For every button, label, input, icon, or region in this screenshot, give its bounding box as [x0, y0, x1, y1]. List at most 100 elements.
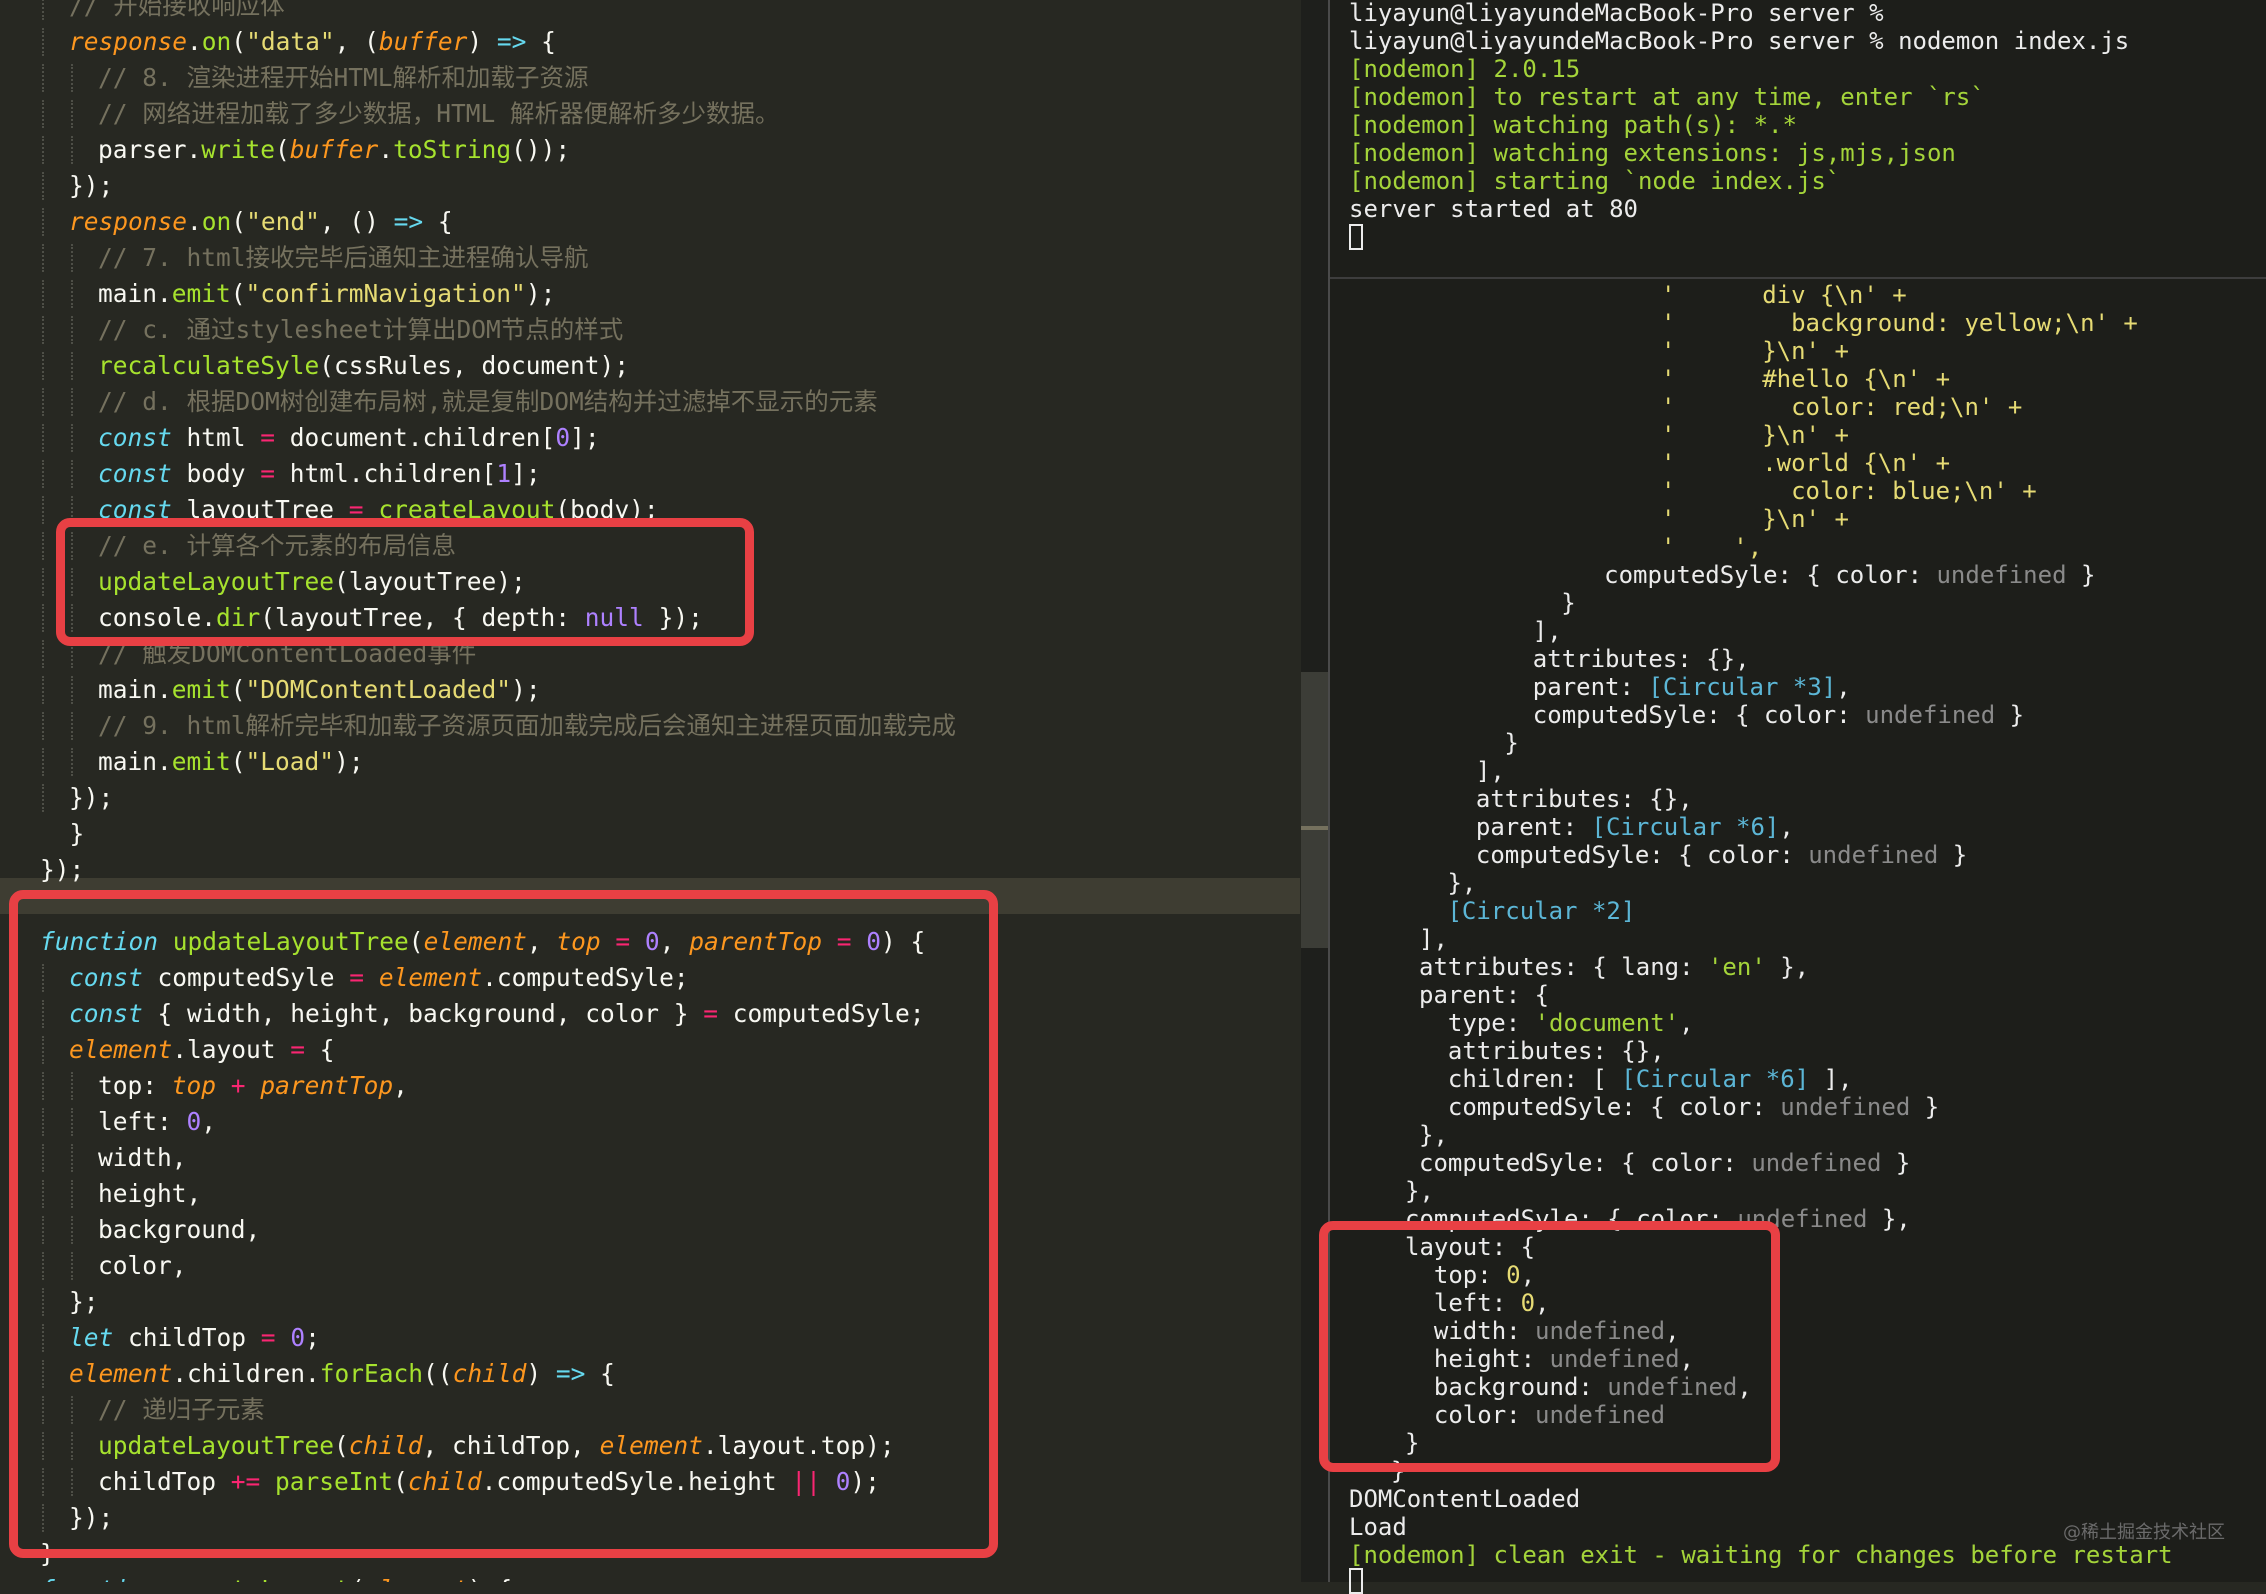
code-token: // 7. html接收完毕后通知主进程确认导航	[98, 243, 589, 272]
code-token: ];	[511, 459, 541, 488]
code-token: (cssRules, document);	[319, 351, 630, 380]
code-token: computedSyle: { color:	[1475, 701, 1866, 729]
code-line[interactable]: }	[40, 816, 85, 852]
code-token: ' ',	[1661, 533, 1763, 561]
code-token: );	[511, 675, 541, 704]
code-token: [Circular *6]	[1591, 813, 1780, 841]
code-line[interactable]: });	[40, 168, 113, 204]
indent-guide	[42, 388, 44, 416]
code-token: ,	[1679, 1009, 1694, 1037]
code-line[interactable]: response.on("data", (buffer) => {	[40, 24, 556, 60]
code-token: const	[98, 423, 172, 452]
code-token: computedSyle: { color:	[1447, 841, 1809, 869]
code-line[interactable]: });	[40, 852, 84, 888]
code-line[interactable]: // 9. html解析完毕和加载子资源页面加载完成后会通知主进程页面加载完成	[40, 708, 956, 744]
code-token: .	[187, 207, 202, 236]
code-token: (	[230, 675, 246, 704]
code-token: =	[260, 423, 276, 452]
terminal-line: attributes: { lang: 'en' },	[1419, 953, 1809, 981]
terminal-line: Load	[1349, 1513, 1407, 1541]
editor-scrollbar-thumb[interactable]	[1301, 672, 1328, 948]
code-token: "end"	[246, 207, 320, 236]
code-token: ],	[1419, 925, 1448, 953]
code-token: // 开始接收响应体	[69, 0, 285, 20]
code-token: "Load"	[245, 747, 335, 776]
indent-guide	[42, 676, 44, 704]
code-line[interactable]: // 开始接收响应体	[40, 0, 285, 24]
code-token: // 8. 渲染进程开始HTML解析和加载子资源	[98, 63, 589, 92]
code-token: // 9. html解析完毕和加载子资源页面加载完成后会通知主进程页面加载完成	[98, 711, 956, 740]
indent-guide	[71, 244, 73, 272]
indent-guide	[42, 244, 44, 272]
code-token: 'en'	[1707, 953, 1766, 981]
indent-guide	[71, 460, 73, 488]
terminal-line: computedSyle: { color: undefined }	[1475, 701, 2024, 729]
code-line[interactable]: main.emit("DOMContentLoaded");	[40, 672, 541, 708]
terminal-line: ' ',	[1531, 533, 1762, 561]
code-line[interactable]: // 网络进程加载了多少数据，HTML 解析器便解析多少数据。	[40, 96, 780, 132]
code-line[interactable]: recalculateSyle(cssRules, document);	[40, 348, 629, 384]
code-line[interactable]: // c. 通过stylesheet计算出DOM节点的样式	[40, 312, 623, 348]
code-token: undefined	[1936, 561, 2067, 589]
code-token: },	[1419, 1121, 1448, 1149]
code-token: [Circular *6]	[1621, 1065, 1810, 1093]
code-line[interactable]: // 8. 渲染进程开始HTML解析和加载子资源	[40, 60, 589, 96]
code-token: "DOMContentLoaded"	[245, 675, 512, 704]
code-line[interactable]: // d. 根据DOM树创建布局树,就是复制DOM结构并过滤掉不显示的元素	[40, 384, 878, 420]
terminal-line: server started at 80	[1349, 195, 1638, 223]
code-line[interactable]: main.emit("Load");	[40, 744, 364, 780]
terminal-line: liyayun@liyayundeMacBook-Pro server % no…	[1349, 27, 2129, 55]
indent-guide	[42, 748, 44, 776]
code-token: ],	[1475, 617, 1562, 645]
code-token: 'document'	[1534, 1009, 1680, 1037]
code-line[interactable]: const html = document.children[0];	[40, 420, 600, 456]
code-token: (	[275, 135, 290, 164]
code-token: .	[187, 27, 202, 56]
indent-guide	[71, 64, 73, 92]
code-line[interactable]: response.on("end", () => {	[40, 204, 453, 240]
code-token: (	[231, 207, 247, 236]
code-token: , (	[334, 27, 379, 56]
terminal-line: computedSyle: { color: undefined }	[1447, 841, 1967, 869]
terminal-line: parent: [Circular *6],	[1447, 813, 1794, 841]
code-token: ' }\n' +	[1661, 337, 1849, 365]
code-token: undefined	[1808, 841, 1939, 869]
code-token: , ()	[319, 207, 394, 236]
code-token: [nodemon] to restart at any time, enter …	[1349, 83, 1985, 111]
indent-guide	[71, 100, 73, 128]
code-line[interactable]: main.emit("confirmNavigation");	[40, 276, 555, 312]
code-token: DOMContentLoaded	[1349, 1485, 1581, 1513]
code-line[interactable]: parser.write(buffer.toString());	[40, 132, 570, 168]
terminal-pane-divider[interactable]	[1330, 277, 2266, 279]
code-line[interactable]: const body = html.children[1];	[40, 456, 541, 492]
code-line[interactable]: // 7. html接收完毕后通知主进程确认导航	[40, 240, 589, 276]
terminal-cursor-bottom	[1349, 1568, 1363, 1594]
code-token: },	[1765, 953, 1810, 981]
code-line[interactable]: });	[40, 780, 113, 816]
code-token: recalculateSyle	[98, 351, 320, 380]
code-token: parent:	[1447, 813, 1592, 841]
terminal-line: computedSyle: { color: undefined }	[1503, 561, 2095, 589]
code-token: response	[69, 27, 188, 56]
code-token: 1	[496, 459, 512, 488]
indent-guide	[42, 208, 44, 236]
indent-guide	[42, 460, 44, 488]
terminal-line: ' }\n' +	[1531, 505, 1849, 533]
code-token: }	[2066, 561, 2096, 589]
terminal-line: attributes: {},	[1475, 645, 1750, 673]
indent-guide	[42, 568, 44, 596]
terminal-cursor	[1349, 224, 1363, 250]
terminal-line: },	[1405, 1177, 1434, 1205]
terminal-line: },	[1419, 1121, 1448, 1149]
code-token: emit	[171, 279, 231, 308]
code-token: );	[525, 279, 556, 308]
code-line[interactable]: function createLayout(element) {	[40, 1572, 512, 1582]
code-token: ());	[511, 135, 571, 164]
code-token: undefined	[1751, 1149, 1882, 1177]
code-token: computedSyle: { color:	[1419, 1093, 1781, 1121]
